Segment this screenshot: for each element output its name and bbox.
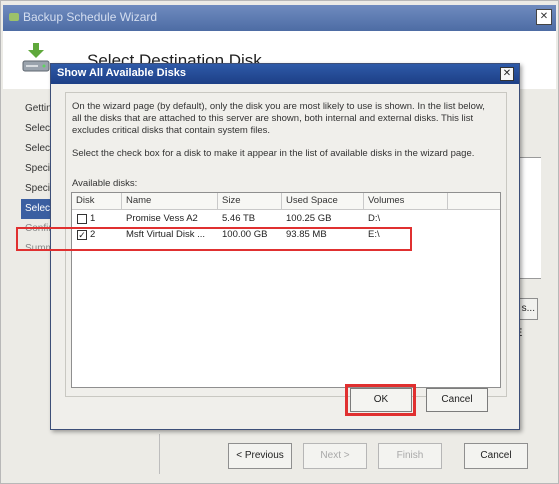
finish-button[interactable]: Finish — [378, 443, 442, 469]
column-header-name[interactable]: Name — [122, 193, 218, 209]
column-header-volumes[interactable]: Volumes — [364, 193, 448, 209]
dialog-intro-text: On the wizard page (by default), only th… — [72, 101, 485, 136]
ok-button-highlight — [345, 384, 416, 416]
available-disks-label: Available disks: — [72, 178, 138, 189]
disk-name: Promise Vess A2 — [126, 213, 198, 224]
table-row[interactable]: 1 Promise Vess A2 5.46 TB 100.25 GB D:\ — [72, 211, 500, 227]
previous-button[interactable]: < Previous — [228, 443, 292, 469]
wizard-close-icon[interactable]: ✕ — [536, 9, 552, 25]
dialog-close-icon[interactable]: ✕ — [500, 67, 514, 81]
backup-disk-icon — [22, 43, 50, 72]
dialog-title-bar: Show All Available Disks ✕ — [51, 64, 519, 84]
wizard-title: Backup Schedule Wizard — [23, 10, 158, 24]
selected-disk-highlight — [16, 227, 412, 251]
footer-divider — [159, 434, 160, 474]
wizard-cancel-button[interactable]: Cancel — [464, 443, 528, 469]
disk-size: 5.46 TB — [222, 213, 256, 224]
dialog-instruction-text: Select the check box for a disk to make … — [72, 148, 475, 159]
column-header-disk[interactable]: Disk — [72, 193, 122, 209]
next-button[interactable]: Next > — [303, 443, 367, 469]
available-disks-table: Disk Name Size Used Space Volumes 1 Prom… — [71, 192, 501, 388]
table-header-row: Disk Name Size Used Space Volumes — [72, 193, 500, 210]
disk-used-space: 100.25 GB — [286, 213, 332, 224]
dialog-cancel-button[interactable]: Cancel — [426, 388, 488, 412]
column-header-size[interactable]: Size — [218, 193, 282, 209]
disk-number: 1 — [90, 213, 96, 224]
disk-volumes: D:\ — [368, 213, 381, 224]
column-header-used-space[interactable]: Used Space — [282, 193, 364, 209]
wizard-title-bar: Backup Schedule Wizard ✕ — [3, 5, 556, 31]
backup-app-icon — [9, 13, 19, 21]
dialog-title: Show All Available Disks — [57, 67, 186, 79]
